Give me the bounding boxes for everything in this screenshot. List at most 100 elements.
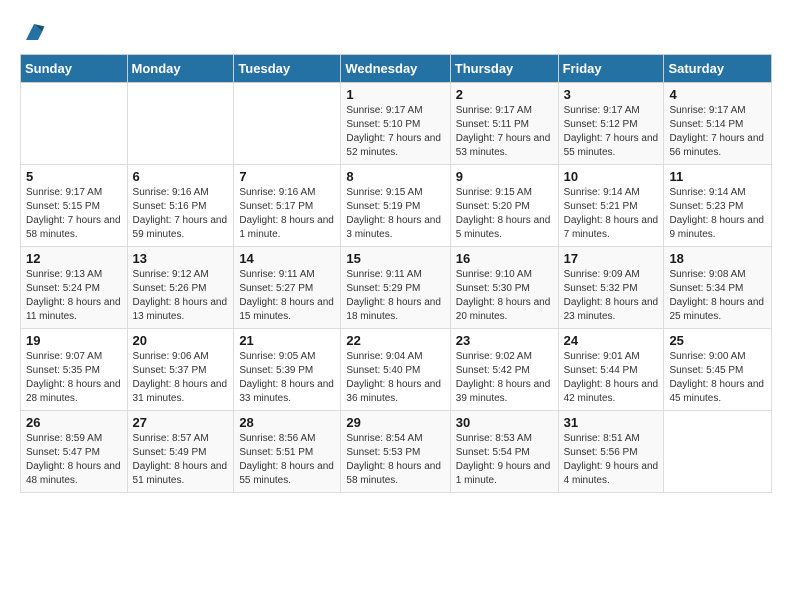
day-number: 22 xyxy=(346,333,444,348)
day-info: Sunrise: 9:11 AM Sunset: 5:27 PM Dayligh… xyxy=(239,268,335,324)
day-info: Sunrise: 8:53 AM Sunset: 5:54 PM Dayligh… xyxy=(456,432,553,488)
calendar-cell: 27Sunrise: 8:57 AM Sunset: 5:49 PM Dayli… xyxy=(127,411,234,493)
calendar-cell: 30 Sunrise: 8:53 AM Sunset: 5:54 PM Dayli… xyxy=(450,411,558,493)
day-info: Sunrise: 9:09 AM Sunset: 5:32 PM Dayligh… xyxy=(564,268,659,324)
calendar-cell xyxy=(21,83,128,165)
calendar-cell: 1 Sunrise: 9:17 AM Sunset: 5:10 PM Daylig… xyxy=(341,83,450,165)
day-info: Sunrise: 9:05 AM Sunset: 5:39 PM Dayligh… xyxy=(239,350,335,406)
day-info: Sunrise: 9:08 AM Sunset: 5:34 PM Dayligh… xyxy=(669,268,766,324)
calendar-cell: 15 Sunrise: 9:11 AM Sunset: 5:29 PM Dayli… xyxy=(341,247,450,329)
day-info: Sunrise: 9:11 AM Sunset: 5:29 PM Dayligh… xyxy=(346,268,444,324)
day-info: Sunrise: 9:01 AM Sunset: 5:44 PM Dayligh… xyxy=(564,350,659,406)
day-number: 2 xyxy=(456,87,553,102)
day-number: 29 xyxy=(346,415,444,430)
header-cell-sunday: Sunday xyxy=(21,55,128,83)
day-info: Sunrise: 8:56 AM Sunset: 5:51 PM Dayligh… xyxy=(239,432,335,488)
day-number: 11 xyxy=(669,169,766,184)
calendar-cell: 16 Sunrise: 9:10 AM Sunset: 5:30 PM Dayli… xyxy=(450,247,558,329)
day-info: Sunrise: 9:00 AM Sunset: 5:45 PM Dayligh… xyxy=(669,350,766,406)
calendar-cell: 24 Sunrise: 9:01 AM Sunset: 5:44 PM Dayli… xyxy=(558,329,664,411)
calendar-cell: 23Sunrise: 9:02 AM Sunset: 5:42 PM Dayli… xyxy=(450,329,558,411)
day-number: 15 xyxy=(346,251,444,266)
day-info: Sunrise: 9:12 AM Sunset: 5:26 PM Dayligh… xyxy=(133,268,229,324)
calendar-cell: 31 Sunrise: 8:51 AM Sunset: 5:56 PM Dayli… xyxy=(558,411,664,493)
day-number: 10 xyxy=(564,169,659,184)
calendar-body: 1 Sunrise: 9:17 AM Sunset: 5:10 PM Daylig… xyxy=(21,83,772,493)
calendar-cell: 8 Sunrise: 9:15 AM Sunset: 5:19 PM Daylig… xyxy=(341,165,450,247)
day-info: Sunrise: 9:02 AM Sunset: 5:42 PM Dayligh… xyxy=(456,350,553,406)
day-number: 9 xyxy=(456,169,553,184)
day-info: Sunrise: 9:15 AM Sunset: 5:19 PM Dayligh… xyxy=(346,186,444,242)
day-number: 7 xyxy=(239,169,335,184)
day-info: Sunrise: 9:15 AM Sunset: 5:20 PM Dayligh… xyxy=(456,186,553,242)
week-row-3: 12 Sunrise: 9:13 AM Sunset: 5:24 PM Dayli… xyxy=(21,247,772,329)
day-info: Sunrise: 9:13 AM Sunset: 5:24 PM Dayligh… xyxy=(26,268,122,324)
day-info: Sunrise: 9:17 AM Sunset: 5:15 PM Dayligh… xyxy=(26,186,122,242)
day-info: Sunrise: 9:10 AM Sunset: 5:30 PM Dayligh… xyxy=(456,268,553,324)
day-number: 18 xyxy=(669,251,766,266)
day-info: Sunrise: 9:04 AM Sunset: 5:40 PM Dayligh… xyxy=(346,350,444,406)
day-info: Sunrise: 9:17 AM Sunset: 5:14 PM Dayligh… xyxy=(669,104,766,160)
calendar-cell xyxy=(127,83,234,165)
calendar-cell: 21Sunrise: 9:05 AM Sunset: 5:39 PM Dayli… xyxy=(234,329,341,411)
header-cell-monday: Monday xyxy=(127,55,234,83)
day-number: 20 xyxy=(133,333,229,348)
header-cell-friday: Friday xyxy=(558,55,664,83)
day-info: Sunrise: 9:07 AM Sunset: 5:35 PM Dayligh… xyxy=(26,350,122,406)
calendar-cell: 10 Sunrise: 9:14 AM Sunset: 5:21 PM Dayli… xyxy=(558,165,664,247)
day-number: 12 xyxy=(26,251,122,266)
week-row-4: 19 Sunrise: 9:07 AM Sunset: 5:35 PM Dayli… xyxy=(21,329,772,411)
calendar-cell: 20 Sunrise: 9:06 AM Sunset: 5:37 PM Dayli… xyxy=(127,329,234,411)
calendar-cell: 7 Sunrise: 9:16 AM Sunset: 5:17 PM Daylig… xyxy=(234,165,341,247)
calendar-table: SundayMondayTuesdayWednesdayThursdayFrid… xyxy=(20,54,772,493)
day-number: 3 xyxy=(564,87,659,102)
calendar-cell: 9 Sunrise: 9:15 AM Sunset: 5:20 PM Daylig… xyxy=(450,165,558,247)
week-row-5: 26 Sunrise: 8:59 AM Sunset: 5:47 PM Dayli… xyxy=(21,411,772,493)
logo xyxy=(20,20,46,44)
day-number: 5 xyxy=(26,169,122,184)
calendar-cell: 5 Sunrise: 9:17 AM Sunset: 5:15 PM Daylig… xyxy=(21,165,128,247)
day-number: 24 xyxy=(564,333,659,348)
day-info: Sunrise: 8:57 AM Sunset: 5:49 PM Dayligh… xyxy=(133,432,229,488)
day-info: Sunrise: 9:16 AM Sunset: 5:17 PM Dayligh… xyxy=(239,186,335,242)
calendar-cell: 14 Sunrise: 9:11 AM Sunset: 5:27 PM Dayli… xyxy=(234,247,341,329)
calendar-cell: 26 Sunrise: 8:59 AM Sunset: 5:47 PM Dayli… xyxy=(21,411,128,493)
day-info: Sunrise: 9:17 AM Sunset: 5:10 PM Dayligh… xyxy=(346,104,444,160)
calendar-cell: 3Sunrise: 9:17 AM Sunset: 5:12 PM Daylig… xyxy=(558,83,664,165)
day-number: 14 xyxy=(239,251,335,266)
day-number: 26 xyxy=(26,415,122,430)
day-number: 30 xyxy=(456,415,553,430)
calendar-cell: 22 Sunrise: 9:04 AM Sunset: 5:40 PM Dayli… xyxy=(341,329,450,411)
day-info: Sunrise: 9:06 AM Sunset: 5:37 PM Dayligh… xyxy=(133,350,229,406)
calendar-cell: 11 Sunrise: 9:14 AM Sunset: 5:23 PM Dayli… xyxy=(664,165,772,247)
day-number: 13 xyxy=(133,251,229,266)
day-number: 1 xyxy=(346,87,444,102)
day-info: Sunrise: 8:54 AM Sunset: 5:53 PM Dayligh… xyxy=(346,432,444,488)
day-number: 28 xyxy=(239,415,335,430)
calendar-cell xyxy=(234,83,341,165)
day-number: 31 xyxy=(564,415,659,430)
day-info: Sunrise: 8:59 AM Sunset: 5:47 PM Dayligh… xyxy=(26,432,122,488)
calendar-header: SundayMondayTuesdayWednesdayThursdayFrid… xyxy=(21,55,772,83)
week-row-1: 1 Sunrise: 9:17 AM Sunset: 5:10 PM Daylig… xyxy=(21,83,772,165)
calendar-cell: 17Sunrise: 9:09 AM Sunset: 5:32 PM Dayli… xyxy=(558,247,664,329)
day-number: 8 xyxy=(346,169,444,184)
day-number: 19 xyxy=(26,333,122,348)
day-number: 6 xyxy=(133,169,229,184)
header-cell-thursday: Thursday xyxy=(450,55,558,83)
calendar-cell: 29 Sunrise: 8:54 AM Sunset: 5:53 PM Dayli… xyxy=(341,411,450,493)
header-row: SundayMondayTuesdayWednesdayThursdayFrid… xyxy=(21,55,772,83)
calendar-cell: 6Sunrise: 9:16 AM Sunset: 5:16 PM Daylig… xyxy=(127,165,234,247)
day-info: Sunrise: 9:14 AM Sunset: 5:21 PM Dayligh… xyxy=(564,186,659,242)
day-info: Sunrise: 9:14 AM Sunset: 5:23 PM Dayligh… xyxy=(669,186,766,242)
header-cell-tuesday: Tuesday xyxy=(234,55,341,83)
day-number: 4 xyxy=(669,87,766,102)
day-info: Sunrise: 8:51 AM Sunset: 5:56 PM Dayligh… xyxy=(564,432,659,488)
day-number: 25 xyxy=(669,333,766,348)
day-number: 16 xyxy=(456,251,553,266)
calendar-cell xyxy=(664,411,772,493)
calendar-cell: 19 Sunrise: 9:07 AM Sunset: 5:35 PM Dayli… xyxy=(21,329,128,411)
calendar-cell: 4 Sunrise: 9:17 AM Sunset: 5:14 PM Daylig… xyxy=(664,83,772,165)
week-row-2: 5 Sunrise: 9:17 AM Sunset: 5:15 PM Daylig… xyxy=(21,165,772,247)
calendar-cell: 18 Sunrise: 9:08 AM Sunset: 5:34 PM Dayli… xyxy=(664,247,772,329)
